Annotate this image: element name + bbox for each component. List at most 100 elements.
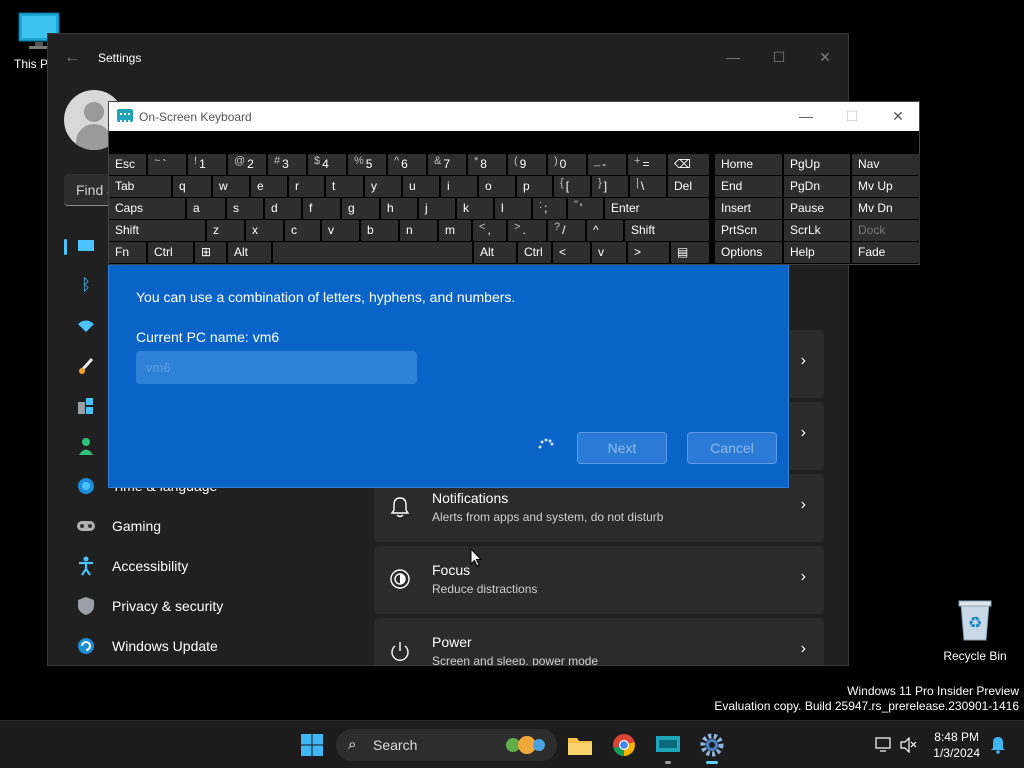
- osk-key[interactable]: Esc: [109, 154, 146, 175]
- nav-item-gaming[interactable]: Gaming: [64, 506, 364, 546]
- notifications-button[interactable]: [982, 729, 1014, 761]
- cancel-button[interactable]: Cancel: [687, 432, 777, 464]
- osk-key[interactable]: <,: [473, 220, 506, 241]
- osk-key[interactable]: * 8: [468, 154, 506, 175]
- osk-key[interactable]: c: [285, 220, 320, 241]
- taskbar-search-box[interactable]: ⌕ Search: [336, 729, 557, 761]
- osk-key[interactable]: n: [400, 220, 437, 241]
- recycle-bin-shortcut[interactable]: ♻ Recycle Bin: [940, 598, 1010, 663]
- osk-key[interactable]: ^: [587, 220, 623, 241]
- osk-key[interactable]: _ -: [588, 154, 626, 175]
- osk-key[interactable]: Enter: [605, 198, 709, 219]
- osk-key[interactable]: ▤: [671, 242, 709, 263]
- osk-key[interactable]: Pause: [784, 198, 850, 219]
- osk-key[interactable]: a: [187, 198, 225, 219]
- osk-key[interactable]: ⊞: [195, 242, 226, 263]
- osk-key[interactable]: Mv Up: [852, 176, 920, 197]
- osk-key[interactable]: }]: [592, 176, 628, 197]
- osk-key[interactable]: % 5: [348, 154, 386, 175]
- osk-key[interactable]: b: [361, 220, 398, 241]
- card-focus[interactable]: Focus Reduce distractions ›: [374, 546, 824, 614]
- osk-key[interactable]: Caps: [109, 198, 185, 219]
- osk-key[interactable]: d: [265, 198, 301, 219]
- minimize-button[interactable]: —: [710, 42, 756, 72]
- osk-key[interactable]: Shift: [625, 220, 709, 241]
- osk-minimize-button[interactable]: —: [783, 102, 829, 131]
- osk-key[interactable]: p: [517, 176, 552, 197]
- osk-key[interactable]: v: [322, 220, 359, 241]
- osk-key[interactable]: #3: [268, 154, 306, 175]
- osk-key[interactable]: End: [715, 176, 782, 197]
- osk-key[interactable]: h: [381, 198, 417, 219]
- osk-key[interactable]: PrtScn: [715, 220, 782, 241]
- osk-close-button[interactable]: ✕: [875, 102, 921, 131]
- osk-key[interactable]: @2: [228, 154, 266, 175]
- start-button[interactable]: [296, 729, 328, 761]
- osk-key[interactable]: Tab: [109, 176, 171, 197]
- osk-key[interactable]: " ': [568, 198, 603, 219]
- close-button[interactable]: ✕: [802, 42, 848, 72]
- osk-key[interactable]: j: [419, 198, 455, 219]
- osk-key[interactable]: Ctrl: [148, 242, 193, 263]
- osk-key[interactable]: + =: [628, 154, 666, 175]
- osk-key[interactable]: ! 1: [188, 154, 226, 175]
- osk-key[interactable]: w: [213, 176, 249, 197]
- osk-key[interactable]: Dock: [852, 220, 920, 241]
- osk-key[interactable]: ^ 6: [388, 154, 426, 175]
- osk-key[interactable]: :;: [533, 198, 566, 219]
- back-arrow-icon[interactable]: ←: [64, 50, 80, 66]
- osk-key[interactable]: Nav: [852, 154, 920, 175]
- next-button[interactable]: Next: [577, 432, 667, 464]
- osk-key[interactable]: (9: [508, 154, 546, 175]
- chrome-button[interactable]: [608, 729, 640, 761]
- osk-key[interactable]: {[: [554, 176, 590, 197]
- osk-key[interactable]: o: [479, 176, 515, 197]
- settings-titlebar[interactable]: ← Settings — ☐ ✕: [48, 34, 848, 82]
- osk-key[interactable]: Help: [784, 242, 850, 263]
- osk-key[interactable]: PgUp: [784, 154, 850, 175]
- osk-key[interactable]: l: [495, 198, 531, 219]
- osk-key[interactable]: Fade: [852, 242, 920, 263]
- osk-key[interactable]: Insert: [715, 198, 782, 219]
- osk-key[interactable]: m: [439, 220, 471, 241]
- osk-key[interactable]: z: [207, 220, 244, 241]
- osk-key[interactable]: PgDn: [784, 176, 850, 197]
- osk-key[interactable]: Alt: [228, 242, 271, 263]
- osk-key[interactable]: f: [303, 198, 340, 219]
- osk-key[interactable]: x: [246, 220, 283, 241]
- osk-key[interactable]: <: [553, 242, 590, 263]
- osk-key[interactable]: ? /: [548, 220, 585, 241]
- osk-key[interactable]: >.: [508, 220, 546, 241]
- nav-item-privacy[interactable]: Privacy & security: [64, 586, 364, 626]
- osk-key[interactable]: [273, 242, 472, 263]
- osk-key[interactable]: r: [289, 176, 324, 197]
- osk-key[interactable]: Options: [715, 242, 782, 263]
- osk-key[interactable]: ) 0: [548, 154, 586, 175]
- file-explorer-button[interactable]: [564, 729, 596, 761]
- osk-key[interactable]: Mv Dn: [852, 198, 920, 219]
- osk-key[interactable]: $4: [308, 154, 346, 175]
- osk-key[interactable]: ⌫: [668, 154, 709, 175]
- settings-taskbar-button[interactable]: [696, 729, 728, 761]
- osk-maximize-button[interactable]: ☐: [829, 102, 875, 131]
- osk-key[interactable]: e: [251, 176, 287, 197]
- osk-key[interactable]: u: [403, 176, 439, 197]
- nav-item-windows-update[interactable]: Windows Update: [64, 626, 364, 665]
- taskbar-clock[interactable]: 8:48 PM 1/3/2024: [933, 729, 980, 761]
- osk-key[interactable]: Alt: [474, 242, 516, 263]
- osk-key[interactable]: >: [628, 242, 669, 263]
- osk-key[interactable]: q: [173, 176, 211, 197]
- osk-key[interactable]: y: [365, 176, 401, 197]
- card-power[interactable]: Power Screen and sleep, power mode ›: [374, 618, 824, 665]
- osk-key[interactable]: Home: [715, 154, 782, 175]
- osk-key[interactable]: Fn: [109, 242, 146, 263]
- osk-titlebar[interactable]: On-Screen Keyboard — ☐ ✕: [109, 102, 919, 131]
- osk-key[interactable]: | \: [630, 176, 666, 197]
- volume-tray-button[interactable]: [893, 729, 925, 761]
- osk-key[interactable]: s: [227, 198, 263, 219]
- maximize-button[interactable]: ☐: [756, 42, 802, 72]
- osk-key[interactable]: Ctrl: [518, 242, 551, 263]
- osk-key[interactable]: & 7: [428, 154, 466, 175]
- osk-key[interactable]: Shift: [109, 220, 205, 241]
- osk-key[interactable]: t: [326, 176, 363, 197]
